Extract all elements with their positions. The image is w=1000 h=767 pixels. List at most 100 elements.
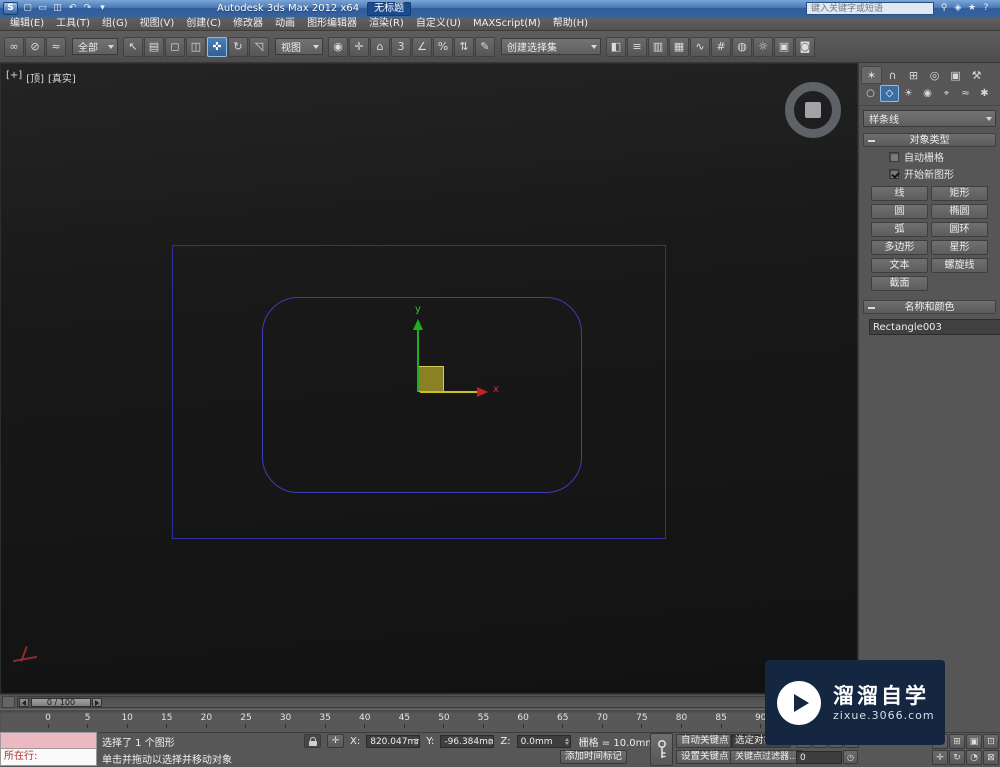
unlink-selection-icon[interactable]: ⊘ [25,36,45,57]
previous-frame-arrow[interactable] [19,698,29,707]
selection-filter-dropdown[interactable]: 全部 [72,38,118,55]
window-crossing-icon[interactable]: ◫ [186,36,206,57]
redo-icon[interactable]: ↷ [80,2,95,15]
mirror-icon[interactable]: ◧ [606,36,626,57]
x-coordinate-field[interactable]: 820.047mm [366,734,421,748]
favorites-icon[interactable]: ★ [965,2,979,15]
y-coordinate-field[interactable]: -96.384mm [440,734,495,748]
render-icon[interactable]: ◙ [795,36,815,57]
named-selection-set-dropdown[interactable]: 创建选择集 [501,38,601,55]
set-key-button[interactable]: 设置关键点 [676,750,734,764]
shape-tool-button[interactable]: 文本 [871,258,928,273]
align-icon[interactable]: ≡ [627,36,647,57]
undo-icon[interactable]: ↶ [65,2,80,15]
menu-item[interactable]: 组(G) [96,17,134,31]
viewport-menu-general[interactable]: [+] [6,70,22,85]
shape-tool-button[interactable]: 螺旋线 [931,258,988,273]
material-editor-icon[interactable]: ◍ [732,36,752,57]
menu-item[interactable]: 动画 [269,17,301,31]
coordinate-display-mode-button[interactable]: ✛ [327,734,344,748]
z-coordinate-field[interactable]: 0.0mm [516,734,571,748]
shape-category-dropdown[interactable]: 样条线 [863,110,996,127]
track-bar[interactable]: 0 5 10 15 20 25 30 35 40 45 50 55 60 65 … [0,709,858,732]
shape-tool-button[interactable]: 圆环 [931,222,988,237]
object-name-input[interactable] [869,319,1000,335]
new-file-icon[interactable]: ▢ [20,2,35,15]
save-file-icon[interactable]: ◫ [50,2,65,15]
spinner-icon[interactable] [414,737,419,745]
selection-lock-toggle[interactable] [304,734,321,748]
search-icon[interactable]: ⚲ [937,2,951,15]
curve-editor-icon[interactable]: ∿ [690,36,710,57]
menu-item[interactable]: 视图(V) [134,17,181,31]
subtab-helpers[interactable]: ⌖ [937,85,956,102]
communication-center-icon[interactable]: ◈ [951,2,965,15]
qat-dropdown-icon[interactable]: ▾ [95,2,110,15]
menu-item[interactable]: 帮助(H) [547,17,594,31]
search-input[interactable] [806,2,934,15]
shape-tool-button[interactable]: 椭圆 [931,204,988,219]
pan-icon[interactable]: ✛ [932,750,948,765]
fov-icon[interactable]: ◔ [966,750,982,765]
zoom-extents-icon[interactable]: ▣ [966,734,982,749]
menu-item[interactable]: 图形编辑器 [301,17,363,31]
menu-item[interactable]: 创建(C) [180,17,227,31]
next-frame-arrow[interactable] [92,698,102,707]
spinner-icon[interactable] [564,737,569,745]
select-and-rotate-icon[interactable]: ↻ [228,36,248,57]
3dsmax-logo[interactable]: S [3,2,18,15]
time-configuration-button[interactable]: ◷ [843,750,858,764]
snap-toggle-3d-icon[interactable]: 3 [391,36,411,57]
tab-hierarchy[interactable]: ⊞ [903,66,924,84]
select-and-link-icon[interactable]: ∞ [4,36,24,57]
schematic-view-icon[interactable]: # [711,36,731,57]
maximize-viewport-icon[interactable]: ⊠ [983,750,999,765]
menu-item[interactable]: 自定义(U) [410,17,467,31]
viewcube-core[interactable] [805,102,821,118]
zoom-all-icon[interactable]: ⊞ [949,734,965,749]
auto-key-button[interactable]: 自动关键点 [676,734,734,748]
current-frame-field[interactable]: 0 [796,750,842,764]
bind-to-space-warp-icon[interactable]: ≈ [46,36,66,57]
viewcube[interactable] [785,82,841,138]
menu-item[interactable]: MAXScript(M) [467,17,547,31]
timeline-mode-button[interactable] [2,696,15,708]
shape-tool-button[interactable]: 截面 [871,276,928,291]
spinner-icon[interactable] [488,737,493,745]
open-file-icon[interactable]: ▭ [35,2,50,15]
tab-create[interactable]: ✶ [861,66,882,84]
menu-item[interactable]: 修改器 [227,17,269,31]
macro-recorder-pane[interactable] [0,732,97,749]
time-slider-track[interactable]: 0 / 100 [17,696,856,708]
use-pivot-center-icon[interactable]: ◉ [328,36,348,57]
select-object-icon[interactable]: ↖ [123,36,143,57]
subtab-cameras[interactable]: ◉ [918,85,937,102]
shape-tool-button[interactable]: 多边形 [871,240,928,255]
maxscript-listener-pane[interactable]: 所在行: [0,749,97,766]
select-and-move-icon[interactable]: ✜ [207,36,227,57]
menu-item[interactable]: 渲染(R) [363,17,410,31]
shape-tool-button[interactable]: 线 [871,186,928,201]
set-keys-button[interactable] [650,733,673,766]
rendered-frame-icon[interactable]: ▣ [774,36,794,57]
layer-manager-icon[interactable]: ▥ [648,36,668,57]
reference-coordinate-dropdown[interactable]: 视图 [275,38,323,55]
menu-item[interactable]: 编辑(E) [4,17,50,31]
subtab-geometry[interactable]: ○ [861,85,880,102]
zoom-region-icon[interactable]: ⊡ [983,734,999,749]
viewport-menu-view[interactable]: [顶] [26,70,44,85]
tab-utilities[interactable]: ⚒ [966,66,987,84]
help-icon[interactable]: ? [979,2,993,15]
subtab-shapes[interactable]: ◇ [880,85,899,102]
subtab-systems[interactable]: ✱ [975,85,994,102]
shape-tool-button[interactable]: 星形 [931,240,988,255]
select-and-scale-icon[interactable]: ◹ [249,36,269,57]
time-slider-handle[interactable]: 0 / 100 [31,698,91,707]
angle-snap-icon[interactable]: ∠ [412,36,432,57]
viewport-menu-shading[interactable]: [真实] [48,70,76,85]
orbit-icon[interactable]: ↻ [949,750,965,765]
gizmo-x-axis[interactable] [420,391,477,393]
menu-item[interactable]: 工具(T) [50,17,96,31]
select-and-manipulate-icon[interactable]: ✛ [349,36,369,57]
rectangular-selection-icon[interactable]: ◻ [165,36,185,57]
